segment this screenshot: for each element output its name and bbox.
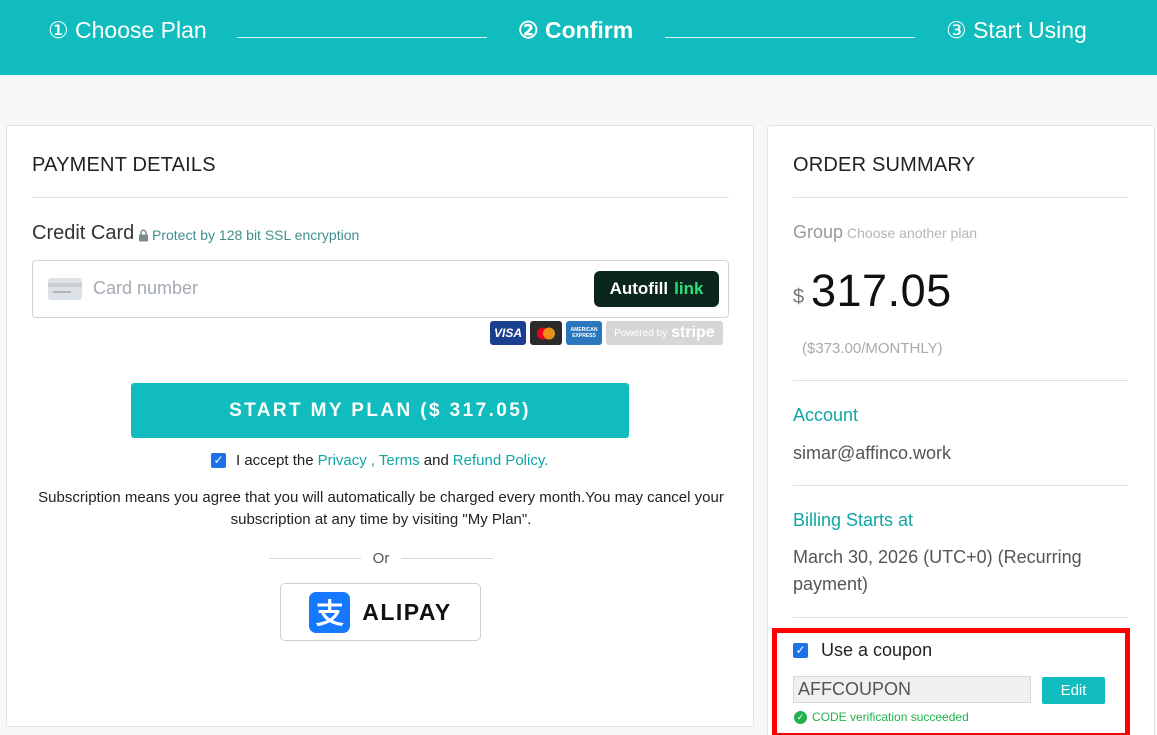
refund-policy-link[interactable]: Refund Policy. (453, 452, 549, 469)
payment-details-panel: PAYMENT DETAILS Credit Card Protect by 1… (6, 125, 754, 727)
mastercard-icon (530, 321, 562, 345)
start-my-plan-button[interactable]: START MY PLAN ($ 317.05) (131, 383, 629, 438)
account-value: simar@affinco.work (793, 443, 951, 463)
alipay-label: ALIPAY (362, 598, 452, 625)
billing-starts-label: Billing Starts at (793, 510, 914, 530)
powered-by-label: Powered by (614, 327, 668, 339)
accept-terms-checkbox[interactable]: ✓ (211, 453, 226, 468)
ssl-note: Protect by 128 bit SSL encryption (138, 227, 359, 243)
subscription-note: Subscription means you agree that you wi… (38, 489, 724, 528)
billing-starts-value: March 30, 2026 (UTC+0) (Recurring paymen… (793, 547, 1082, 594)
plan-group: Group Choose another plan (793, 222, 977, 243)
and-text: and (423, 452, 449, 469)
accept-prefix: I accept the (236, 452, 314, 469)
alipay-icon: 支 (309, 591, 351, 633)
amex-icon: AMERICAN EXPRESS (566, 321, 602, 345)
card-number-input[interactable]: Card number Autofill link (32, 260, 729, 318)
checkout-stepper: ① Choose Plan ② Confirm ③ Start Using (0, 0, 1157, 75)
payment-details-title: PAYMENT DETAILS (32, 154, 216, 176)
account-label: Account (793, 405, 859, 425)
comma-separator: , (370, 452, 375, 469)
or-line-right (401, 558, 493, 559)
autofill-label: Autofill (609, 279, 669, 298)
order-summary-title: ORDER SUMMARY (793, 154, 976, 176)
step-confirm: ② Confirm (518, 17, 634, 43)
coupon-highlight-box (772, 628, 1130, 735)
divider (793, 485, 1128, 486)
divider (793, 380, 1128, 381)
link-brand: link (674, 279, 704, 298)
visa-icon: VISA (490, 321, 526, 345)
divider (793, 197, 1128, 198)
step-start-using: ③ Start Using (946, 17, 1087, 43)
divider (32, 197, 729, 198)
step-divider (665, 37, 915, 38)
step-choose-plan[interactable]: ① Choose Plan (48, 16, 207, 44)
currency-symbol: $ (793, 286, 805, 308)
credit-card-icon (48, 278, 82, 300)
step-divider (237, 37, 487, 38)
card-number-placeholder: Card number (93, 278, 199, 298)
monthly-price: ($373.00/MONTHLY) (802, 340, 943, 357)
divider (793, 617, 1128, 618)
stripe-logo: stripe (671, 324, 715, 341)
autofill-link-button[interactable]: Autofill link (594, 271, 719, 307)
ssl-note-text: Protect by 128 bit SSL encryption (152, 227, 360, 243)
group-label: Group (793, 222, 844, 242)
terms-link[interactable]: Terms (379, 452, 420, 469)
privacy-link[interactable]: Privacy (318, 452, 367, 469)
powered-by-stripe-badge: Powered by stripe (606, 321, 723, 345)
credit-card-label: Credit Card (32, 222, 135, 244)
price-amount: 317.05 (811, 265, 952, 316)
choose-another-plan-link[interactable]: Choose another plan (847, 225, 977, 241)
lock-icon (139, 229, 148, 241)
terms-acceptance: ✓ I accept the Privacy , Terms and Refun… (211, 452, 548, 469)
alipay-button[interactable]: 支 ALIPAY (280, 583, 481, 641)
or-separator: Or (269, 550, 493, 568)
